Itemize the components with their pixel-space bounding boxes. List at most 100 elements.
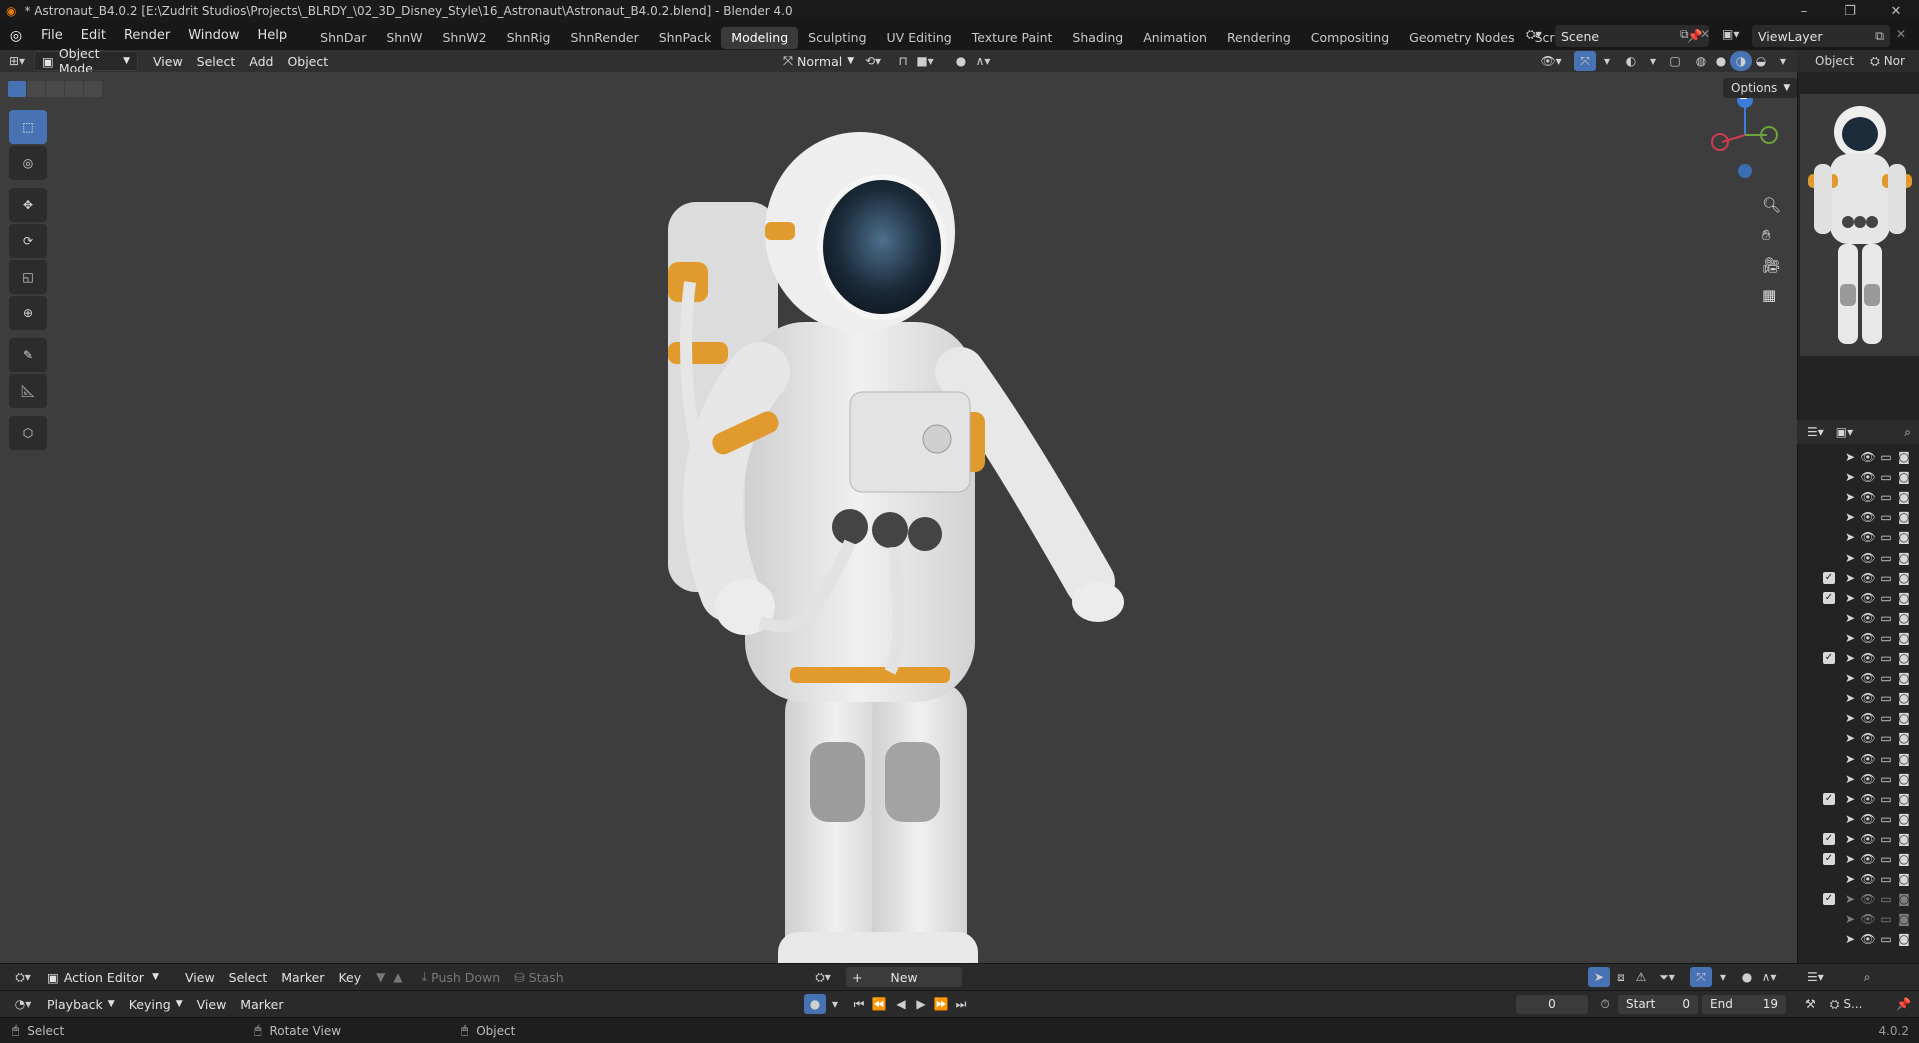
render-camera-icon[interactable]: ◙ bbox=[1895, 631, 1913, 645]
viewport-display-icon[interactable]: ▭ bbox=[1877, 571, 1895, 585]
select-arrow-icon[interactable]: ➤ bbox=[1841, 611, 1859, 625]
viewport-display-icon[interactable]: ▭ bbox=[1877, 832, 1895, 846]
select-arrow-icon[interactable]: ➤ bbox=[1841, 671, 1859, 685]
tab-uv-editing[interactable]: UV Editing bbox=[877, 27, 962, 49]
eye-icon[interactable]: 👁︎ bbox=[1859, 450, 1877, 464]
viewport-display-icon[interactable]: ▭ bbox=[1877, 772, 1895, 786]
side-pin-icon[interactable]: 📌 bbox=[1896, 997, 1911, 1011]
viewport-display-icon[interactable]: ▭ bbox=[1877, 450, 1895, 464]
viewport-display-icon[interactable]: ▭ bbox=[1877, 872, 1895, 886]
play-icon[interactable]: ▶ bbox=[910, 994, 932, 1014]
dopesheet-editor-type-icon[interactable]: ⛭▾ bbox=[6, 967, 40, 987]
outliner-row[interactable]: ➤ 👁︎ ▭ ◙ bbox=[1797, 447, 1919, 467]
outliner-row[interactable]: ✓ ➤ 👁︎ ▭ ◙ bbox=[1797, 849, 1919, 869]
viewport-display-icon[interactable]: ▭ bbox=[1877, 510, 1895, 524]
select-arrow-icon[interactable]: ➤ bbox=[1841, 651, 1859, 665]
viewport-display-icon[interactable]: ▭ bbox=[1877, 591, 1895, 605]
render-camera-icon[interactable]: ◙ bbox=[1895, 691, 1913, 705]
properties-tab-object[interactable]: Object bbox=[1797, 54, 1862, 68]
viewport-display-icon[interactable]: ▭ bbox=[1877, 470, 1895, 484]
transform-orientation-dropdown[interactable]: ⤧ Normal ▼ bbox=[776, 51, 861, 71]
eye-icon[interactable]: 👁︎ bbox=[1859, 932, 1877, 946]
auto-keying-dropdown-icon[interactable]: ▾ bbox=[824, 994, 846, 1014]
outliner-row[interactable]: ✓ ➤ 👁︎ ▭ ◙ bbox=[1797, 889, 1919, 909]
eye-icon[interactable]: 👁︎ bbox=[1859, 651, 1877, 665]
select-arrow-icon[interactable]: ➤ bbox=[1841, 731, 1859, 745]
viewport-display-icon[interactable]: ▭ bbox=[1877, 912, 1895, 926]
eye-icon[interactable]: 👁︎ bbox=[1859, 752, 1877, 766]
properties-tab-nor[interactable]: Nor bbox=[1884, 54, 1905, 68]
outliner-row[interactable]: ✓ ➤ 👁︎ ▭ ◙ bbox=[1797, 789, 1919, 809]
render-camera-icon[interactable]: ◙ bbox=[1895, 772, 1913, 786]
playback-dropdown[interactable]: Playback ▼ bbox=[40, 994, 122, 1014]
viewlayer-type-icon[interactable]: ▣▾ bbox=[1722, 27, 1739, 41]
gizmo-dropdown-icon[interactable]: ▾ bbox=[1596, 51, 1618, 71]
viewport-display-icon[interactable]: ▭ bbox=[1877, 752, 1895, 766]
select-arrow-icon[interactable]: ➤ bbox=[1841, 571, 1859, 585]
eye-icon[interactable]: 👁︎ bbox=[1859, 792, 1877, 806]
side-search-icon[interactable]: ⌕ bbox=[1864, 970, 1871, 985]
xray-toggle-icon[interactable]: ▢ bbox=[1664, 51, 1686, 71]
tab-rendering[interactable]: Rendering bbox=[1217, 27, 1301, 49]
viewlayer-selector[interactable]: ViewLayer ⧉ bbox=[1752, 25, 1890, 47]
render-camera-icon[interactable]: ◙ bbox=[1895, 571, 1913, 585]
visibility-icon[interactable]: 👁▾ bbox=[1540, 51, 1562, 71]
select-arrow-icon[interactable]: ➤ bbox=[1841, 591, 1859, 605]
show-hidden-icon[interactable]: ⧈ bbox=[1610, 967, 1632, 987]
select-arrow-icon[interactable]: ➤ bbox=[1841, 450, 1859, 464]
tl-menu-marker[interactable]: Marker bbox=[233, 994, 290, 1014]
layer-up-icon[interactable]: ▲ bbox=[393, 970, 402, 984]
auto-keying-icon[interactable]: ● bbox=[804, 994, 826, 1014]
select-arrow-icon[interactable]: ➤ bbox=[1841, 530, 1859, 544]
overlay-dropdown-icon[interactable]: ▾ bbox=[1642, 51, 1664, 71]
jump-prev-key-icon[interactable]: ⏪ bbox=[868, 994, 890, 1014]
select-arrow-icon[interactable]: ➤ bbox=[1841, 772, 1859, 786]
rotate-tool[interactable]: ⟳ bbox=[9, 224, 47, 258]
render-camera-icon[interactable]: ◙ bbox=[1895, 671, 1913, 685]
pan-hand-icon[interactable]: ✋︎ bbox=[1762, 226, 1771, 244]
cursor-tool[interactable]: ◎ bbox=[9, 146, 47, 180]
start-frame-field[interactable]: Start 0 bbox=[1618, 994, 1698, 1014]
menu-add[interactable]: Add bbox=[242, 51, 280, 71]
viewport-display-icon[interactable]: ▭ bbox=[1877, 792, 1895, 806]
add-cube-tool[interactable]: ⬡ bbox=[9, 416, 47, 450]
eye-icon[interactable]: 👁︎ bbox=[1859, 912, 1877, 926]
delete-viewlayer-icon[interactable]: ✕ bbox=[1896, 27, 1906, 41]
menu-view[interactable]: View bbox=[146, 51, 190, 71]
eye-icon[interactable]: 👁︎ bbox=[1859, 711, 1877, 725]
eye-icon[interactable]: 👁︎ bbox=[1859, 812, 1877, 826]
minimize-button[interactable]: – bbox=[1781, 0, 1827, 22]
eye-icon[interactable]: 👁︎ bbox=[1859, 772, 1877, 786]
outliner-row[interactable]: ➤ 👁︎ ▭ ◙ bbox=[1797, 668, 1919, 688]
action-editor-mode-dropdown[interactable]: ▣ Action Editor ▼ bbox=[40, 967, 166, 987]
viewport-display-icon[interactable]: ▭ bbox=[1877, 651, 1895, 665]
close-window-button[interactable]: ✕ bbox=[1873, 0, 1919, 22]
ae-menu-view[interactable]: View bbox=[178, 967, 222, 987]
solid-shading-icon[interactable]: ● bbox=[1710, 51, 1732, 71]
move-tool[interactable]: ✥ bbox=[9, 188, 47, 222]
tab-shnrig[interactable]: ShnRig bbox=[497, 27, 561, 49]
render-camera-icon[interactable]: ◙ bbox=[1895, 591, 1913, 605]
orthographic-grid-icon[interactable]: ▦ bbox=[1762, 286, 1776, 304]
viewport-display-icon[interactable]: ▭ bbox=[1877, 812, 1895, 826]
viewport-display-icon[interactable]: ▭ bbox=[1877, 490, 1895, 504]
select-arrow-icon[interactable]: ➤ bbox=[1841, 752, 1859, 766]
eye-icon[interactable]: 👁︎ bbox=[1859, 490, 1877, 504]
menu-select[interactable]: Select bbox=[190, 51, 243, 71]
render-camera-icon[interactable]: ◙ bbox=[1895, 932, 1913, 946]
jump-next-key-icon[interactable]: ⏩ bbox=[930, 994, 952, 1014]
ae-menu-select[interactable]: Select bbox=[222, 967, 275, 987]
stash-button[interactable]: ⛁ Stash bbox=[507, 967, 570, 987]
tab-shnrender[interactable]: ShnRender bbox=[560, 27, 648, 49]
viewport-display-icon[interactable]: ▭ bbox=[1877, 731, 1895, 745]
exclude-checkbox[interactable]: ✓ bbox=[1823, 571, 1835, 584]
filters-icon[interactable]: ⏷▾ bbox=[1656, 967, 1678, 987]
outliner-row[interactable]: ➤ 👁︎ ▭ ◙ bbox=[1797, 769, 1919, 789]
jump-end-icon[interactable]: ⏭ bbox=[950, 994, 972, 1014]
exclude-checkbox[interactable]: ✓ bbox=[1823, 893, 1835, 906]
select-arrow-icon[interactable]: ➤ bbox=[1841, 912, 1859, 926]
eye-icon[interactable]: 👁︎ bbox=[1859, 852, 1877, 866]
maximize-button[interactable]: ❐ bbox=[1827, 0, 1873, 22]
tab-geometry-nodes[interactable]: Geometry Nodes bbox=[1399, 27, 1524, 49]
select-arrow-icon[interactable]: ➤ bbox=[1841, 832, 1859, 846]
